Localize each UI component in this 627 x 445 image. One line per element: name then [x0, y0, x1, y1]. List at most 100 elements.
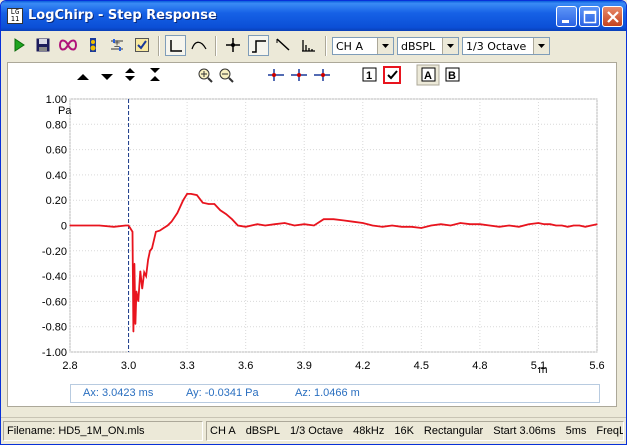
data-point — [256, 223, 258, 225]
data-point — [549, 223, 551, 225]
data-point — [132, 331, 135, 333]
data-point — [141, 288, 143, 290]
y-tick-label: 0.20 — [46, 195, 67, 207]
data-point — [155, 231, 157, 233]
data-point — [127, 224, 130, 227]
data-point — [313, 224, 315, 227]
speaker-button[interactable] — [83, 35, 104, 56]
shift-up-button[interactable] — [77, 74, 89, 80]
spectrum-icon — [302, 40, 315, 52]
checkbox-button[interactable] — [383, 66, 401, 84]
maximize-icon — [583, 10, 597, 24]
zoom-out-icon — [219, 68, 234, 83]
readout-ax: Ax: 3.0423 ms — [83, 387, 154, 399]
minimize-button[interactable] — [556, 6, 577, 27]
data-point — [537, 222, 540, 224]
step-response-button[interactable] — [248, 35, 269, 56]
x-tick-label: 5.6 — [589, 360, 604, 372]
zoom-in-button[interactable] — [198, 68, 213, 83]
data-point — [303, 223, 305, 225]
spectrum-button[interactable] — [298, 35, 319, 56]
channel-dropdown-button[interactable] — [377, 38, 393, 54]
loop-button[interactable] — [57, 35, 78, 56]
marker-right-button[interactable] — [314, 69, 330, 81]
chevron-down-icon — [538, 44, 545, 48]
step-response-chart[interactable]: 1 A B 1.000.800.600.400.200-0.20-0.40-0.… — [8, 63, 616, 406]
data-point — [567, 226, 569, 228]
title-bar[interactable]: LG 11 11 LogChirp - Step Response — [1, 1, 626, 31]
status-item: dBSPL — [245, 425, 280, 437]
smoothing-dropdown-button[interactable] — [533, 38, 549, 54]
data-point — [440, 223, 442, 225]
data-point — [401, 226, 403, 228]
data-point — [125, 224, 127, 227]
app-window: LG 11 11 LogChirp - Step Response ± — [0, 0, 627, 445]
data-point — [131, 231, 134, 233]
save-button[interactable] — [33, 35, 54, 56]
play-button[interactable] — [9, 35, 30, 56]
compress-vertical-button[interactable] — [150, 68, 160, 81]
data-point — [450, 224, 452, 227]
shift-down-icon — [101, 74, 113, 80]
box-1-button[interactable]: 1 — [362, 67, 377, 82]
data-point — [508, 224, 510, 227]
checklist-button[interactable] — [132, 35, 153, 56]
expand-vertical-button[interactable] — [125, 68, 135, 81]
trace-a-button[interactable]: A — [421, 67, 436, 82]
trace-b-button[interactable]: B — [445, 67, 460, 82]
data-point — [133, 262, 136, 265]
y-tick-label: 0 — [61, 221, 67, 233]
data-point — [274, 223, 276, 225]
data-point — [245, 226, 247, 228]
data-point — [170, 221, 173, 223]
data-point — [578, 224, 581, 227]
channel-select-value: CH A — [336, 40, 363, 53]
marker-left-button[interactable] — [268, 69, 284, 81]
shift-down-button[interactable] — [101, 74, 113, 80]
cursor-readout: Ax: 3.0423 ms Ay: -0.0341 Pa Az: 1.0466 … — [70, 384, 600, 403]
data-point — [213, 203, 216, 205]
status-item: FreqL — [596, 425, 624, 437]
impulse-decay-button[interactable] — [273, 35, 294, 56]
expand-vertical-icon — [125, 68, 135, 81]
data-point — [543, 223, 545, 225]
data-point — [159, 229, 161, 232]
svg-text:±: ± — [114, 38, 120, 50]
step-mode-button[interactable] — [165, 35, 186, 56]
unit-select[interactable]: dBSPL — [397, 37, 459, 55]
x-tick-label: 4.8 — [472, 360, 487, 372]
data-point — [250, 224, 253, 227]
x-axis-label: m — [538, 364, 547, 376]
y-tick-label: 0.80 — [46, 119, 67, 131]
marker-center-button[interactable] — [291, 69, 307, 81]
speaker-icon — [90, 38, 96, 52]
x-axis: 2.8 3.0 3.3 3.6 3.9 4.2 4.5 4.8 5.1 5.6 — [62, 360, 604, 372]
data-point — [352, 221, 354, 223]
y-axis: 1.000.800.600.400.200-0.20-0.40-0.60-0.8… — [42, 94, 67, 359]
data-point — [590, 224, 592, 227]
x-tick-label: 2.8 — [62, 360, 77, 372]
close-button[interactable] — [602, 6, 623, 27]
status-item: 48kHz — [353, 425, 385, 437]
data-point — [219, 209, 221, 211]
maximize-button[interactable] — [579, 6, 600, 27]
zoom-out-button[interactable] — [219, 68, 234, 83]
data-point — [518, 226, 520, 228]
measure-button[interactable]: ± — [107, 35, 128, 56]
trace-a-label: A — [424, 70, 432, 82]
cursor-button[interactable] — [223, 35, 244, 56]
channel-select[interactable]: CH A — [332, 37, 394, 55]
data-point — [134, 323, 136, 325]
data-point — [371, 224, 374, 227]
data-point — [420, 227, 422, 229]
smoothing-select[interactable]: 1/3 Octave — [462, 37, 550, 55]
data-point — [196, 194, 198, 196]
data-point — [190, 193, 192, 195]
data-point — [163, 227, 165, 229]
status-item: CH A — [210, 425, 236, 437]
chevron-down-icon — [382, 44, 389, 48]
window-title: LogChirp - Step Response — [28, 8, 217, 23]
data-point — [332, 218, 335, 220]
unit-dropdown-button[interactable] — [442, 38, 458, 54]
curve-mode-button[interactable] — [189, 35, 210, 56]
